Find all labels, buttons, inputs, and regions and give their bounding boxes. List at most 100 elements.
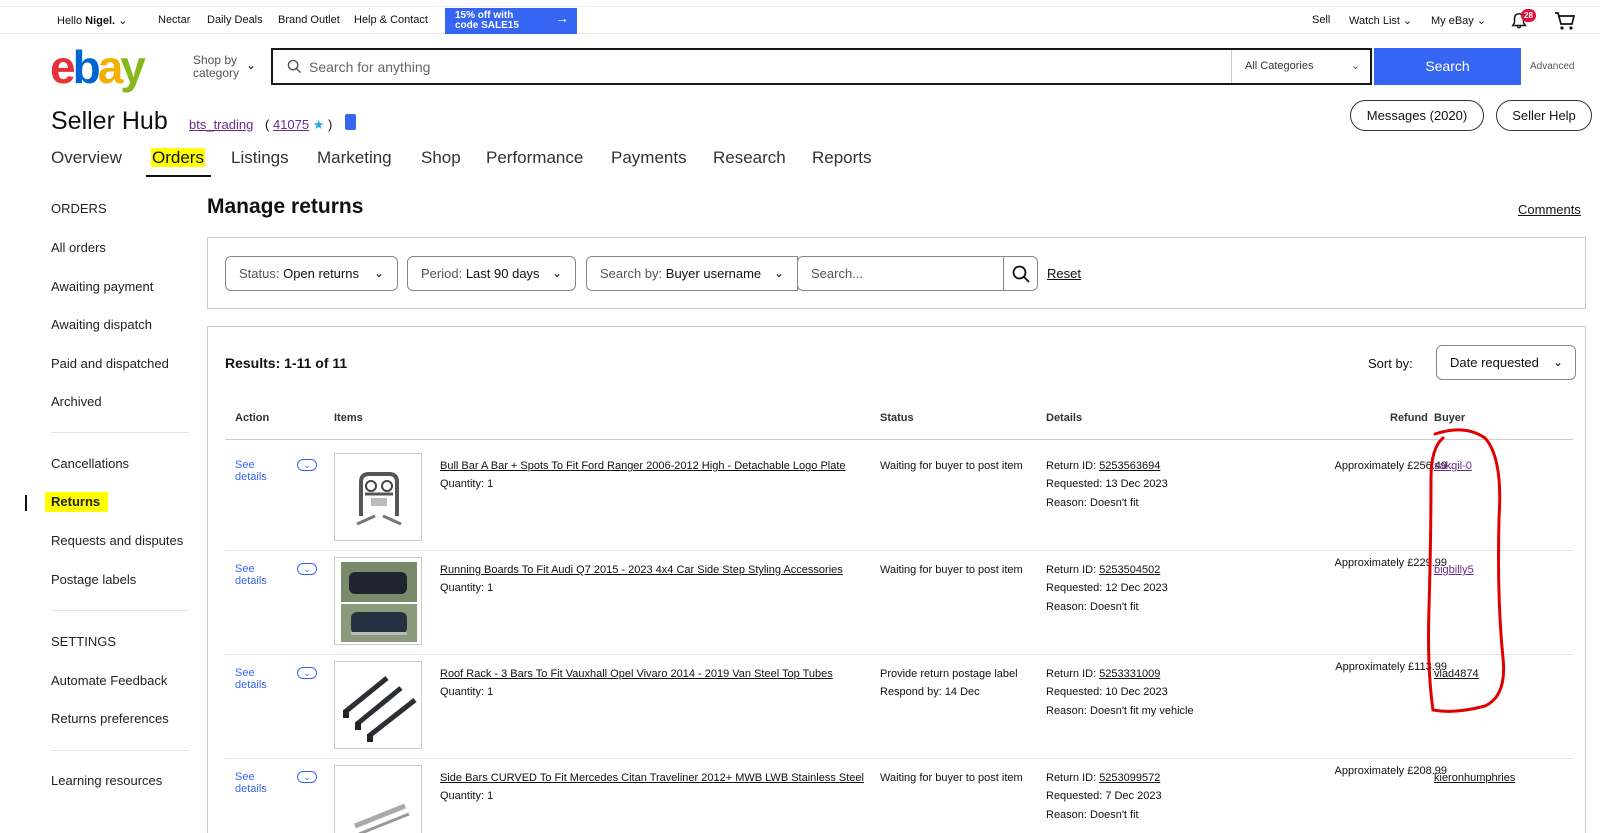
sidebar-divider bbox=[51, 432, 189, 433]
sidebar-item-awaiting-dispatch[interactable]: Awaiting dispatch bbox=[51, 317, 152, 332]
tab-research[interactable]: Research bbox=[713, 148, 786, 168]
returns-search-button[interactable] bbox=[1003, 256, 1038, 291]
sidebar-item-returns[interactable]: Returns bbox=[45, 492, 109, 512]
nectar-link[interactable]: Nectar bbox=[158, 14, 190, 26]
item-title-link[interactable]: Side Bars CURVED To Fit Mercedes Citan T… bbox=[440, 772, 864, 784]
tab-listings[interactable]: Listings bbox=[231, 148, 289, 168]
brand-outlet-link[interactable]: Brand Outlet bbox=[278, 14, 340, 26]
sidebar-heading-orders: ORDERS bbox=[51, 201, 107, 216]
see-details-link[interactable]: See details bbox=[235, 667, 275, 691]
chevron-down-icon[interactable]: ⌄ bbox=[297, 563, 317, 575]
chevron-down-icon[interactable]: ⌄ bbox=[297, 771, 317, 783]
sidebar-item-archived[interactable]: Archived bbox=[51, 394, 102, 409]
sidebar-item-requests-disputes[interactable]: Requests and disputes bbox=[51, 533, 183, 548]
sidebar-item-cancellations[interactable]: Cancellations bbox=[51, 456, 129, 471]
tab-shop[interactable]: Shop bbox=[421, 148, 461, 168]
help-contact-link[interactable]: Help & Contact bbox=[354, 14, 428, 26]
chevron-down-icon[interactable]: ⌄ bbox=[246, 58, 256, 72]
my-ebay-link[interactable]: My eBay ⌄ bbox=[1431, 14, 1486, 27]
respond-by: Respond by: 14 Dec bbox=[880, 686, 980, 698]
sort-value: Date requested bbox=[1450, 355, 1539, 370]
refund-amount: Approximately £208.99 bbox=[1334, 765, 1447, 777]
active-item-indicator bbox=[25, 495, 27, 511]
cart-icon[interactable] bbox=[1554, 11, 1576, 31]
reset-link[interactable]: Reset bbox=[1047, 266, 1081, 281]
buyer-link[interactable]: kieronhumphries bbox=[1434, 772, 1515, 784]
chevron-down-icon[interactable]: ⌄ bbox=[297, 667, 317, 679]
sidebar-divider bbox=[51, 750, 189, 751]
ebay-logo[interactable]: ebay bbox=[50, 41, 146, 93]
sidebar-item-all-orders[interactable]: All orders bbox=[51, 240, 106, 255]
table-row: See details ⌄ Side Bars CURVED To Fit Me… bbox=[208, 759, 1587, 833]
tab-payments[interactable]: Payments bbox=[611, 148, 687, 168]
sidebar-item-returns-preferences[interactable]: Returns preferences bbox=[51, 711, 169, 726]
see-details-link[interactable]: See details bbox=[235, 459, 275, 483]
messages-button[interactable]: Messages (2020) bbox=[1350, 100, 1484, 131]
tab-overview[interactable]: Overview bbox=[51, 148, 122, 168]
seller-username-link[interactable]: bts_trading bbox=[189, 117, 253, 132]
buyer-link[interactable]: vlad4874 bbox=[1434, 668, 1479, 680]
seller-help-button[interactable]: Seller Help bbox=[1496, 100, 1592, 131]
section-title: Manage returns bbox=[207, 195, 364, 218]
item-thumbnail[interactable] bbox=[334, 557, 422, 645]
return-id: Return ID: 5253099572 bbox=[1046, 772, 1160, 784]
return-id-link[interactable]: 5253563694 bbox=[1099, 460, 1160, 472]
sidebar-item-postage-labels[interactable]: Postage labels bbox=[51, 572, 136, 587]
tab-performance[interactable]: Performance bbox=[486, 148, 583, 168]
refund-amount: Approximately £256.49 bbox=[1334, 460, 1447, 472]
see-details-link[interactable]: See details bbox=[235, 771, 275, 795]
tab-reports[interactable]: Reports bbox=[812, 148, 872, 168]
return-id-link[interactable]: 5253504502 bbox=[1099, 564, 1160, 576]
return-id-link[interactable]: 5253331009 bbox=[1099, 668, 1160, 680]
search-button[interactable]: Search bbox=[1374, 48, 1521, 85]
buyer-link[interactable]: bigbilly5 bbox=[1434, 564, 1474, 576]
sidebar-divider bbox=[51, 610, 189, 611]
period-filter-value: Last 90 days bbox=[465, 266, 540, 281]
item-title-link[interactable]: Roof Rack - 3 Bars To Fit Vauxhall Opel … bbox=[440, 668, 833, 680]
column-header-status: Status bbox=[880, 412, 914, 424]
watch-list-link[interactable]: Watch List ⌄ bbox=[1349, 14, 1412, 27]
daily-deals-link[interactable]: Daily Deals bbox=[207, 14, 263, 26]
notification-badge: 28 bbox=[1521, 9, 1536, 22]
bull-bar-image bbox=[356, 472, 402, 526]
table-row: See details ⌄ Running Boards To Fit Audi… bbox=[208, 551, 1587, 655]
period-filter[interactable]: Period: Last 90 days ⌄ bbox=[407, 256, 576, 291]
buyer-link[interactable]: sakgil-0 bbox=[1434, 460, 1472, 472]
comments-link[interactable]: Comments bbox=[1518, 202, 1581, 217]
advanced-search-link[interactable]: Advanced bbox=[1530, 61, 1574, 72]
sidebar-item-learning-resources[interactable]: Learning resources bbox=[51, 773, 162, 788]
item-title-link[interactable]: Running Boards To Fit Audi Q7 2015 - 202… bbox=[440, 564, 843, 576]
column-header-buyer: Buyer bbox=[1434, 412, 1466, 424]
category-select[interactable]: All Categories bbox=[1245, 60, 1313, 72]
item-thumbnail[interactable] bbox=[334, 661, 422, 749]
item-thumbnail[interactable] bbox=[334, 453, 422, 541]
search-input[interactable] bbox=[309, 54, 1169, 80]
item-thumbnail[interactable] bbox=[334, 765, 422, 833]
tab-marketing[interactable]: Marketing bbox=[317, 148, 392, 168]
logo-letter-e: e bbox=[50, 41, 76, 93]
search-by-filter[interactable]: Search by: Buyer username ⌄ bbox=[586, 256, 798, 291]
status-filter[interactable]: Status: Open returns ⌄ bbox=[225, 256, 398, 291]
requested-date: Requested: 7 Dec 2023 bbox=[1046, 790, 1162, 802]
feedback-score-link[interactable]: 41075 bbox=[273, 117, 309, 132]
greeting[interactable]: Hello Nigel. ⌄ bbox=[57, 14, 127, 27]
mobile-icon[interactable] bbox=[345, 114, 356, 130]
sidebar-item-awaiting-payment[interactable]: Awaiting payment bbox=[51, 279, 153, 294]
star-icon: ★ bbox=[312, 117, 325, 132]
return-id-link[interactable]: 5253099572 bbox=[1099, 772, 1160, 784]
header-divider bbox=[225, 439, 1573, 440]
returns-search-input[interactable] bbox=[797, 256, 1004, 291]
sort-dropdown[interactable]: Date requested ⌄ bbox=[1436, 345, 1576, 380]
sidebar-item-automate-feedback[interactable]: Automate Feedback bbox=[51, 673, 167, 688]
tab-orders-label: Orders bbox=[151, 148, 205, 167]
chevron-down-icon[interactable]: ⌄ bbox=[297, 459, 317, 471]
chevron-down-icon[interactable]: ⌄ bbox=[1351, 59, 1360, 72]
shop-by-category[interactable]: Shop by category bbox=[193, 54, 239, 80]
sell-link[interactable]: Sell bbox=[1312, 14, 1330, 26]
sidebar-item-returns-label: Returns bbox=[45, 492, 109, 512]
sidebar-item-paid-dispatched[interactable]: Paid and dispatched bbox=[51, 356, 169, 371]
item-title-link[interactable]: Bull Bar A Bar + Spots To Fit Ford Range… bbox=[440, 460, 846, 472]
see-details-link[interactable]: See details bbox=[235, 563, 275, 587]
promo-banner[interactable]: 15% off with code SALE15 → bbox=[445, 8, 577, 34]
tab-orders[interactable]: Orders bbox=[151, 148, 205, 168]
